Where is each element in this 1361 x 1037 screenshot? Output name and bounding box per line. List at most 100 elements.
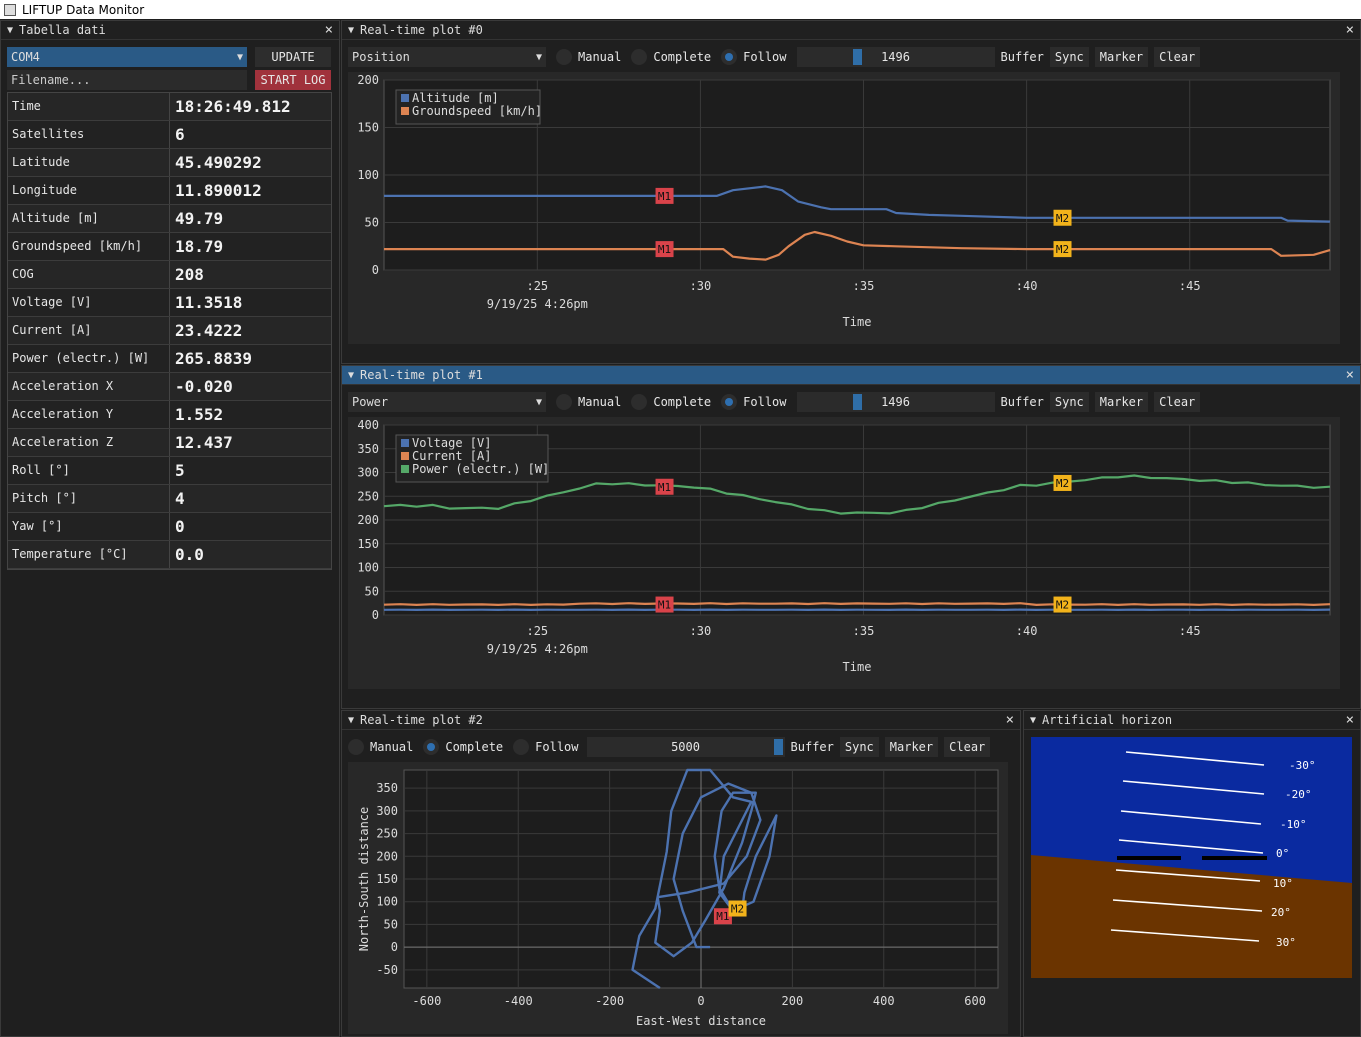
- radio-icon: [348, 739, 364, 755]
- marker-label: M2: [731, 903, 744, 916]
- collapse-triangle-icon[interactable]: ▼: [348, 25, 354, 36]
- radio-icon: [513, 739, 530, 755]
- y-tick-label: 50: [365, 216, 379, 230]
- plot1-marker-button[interactable]: Marker: [1094, 392, 1149, 412]
- x-axis-label: Time: [843, 660, 872, 674]
- plot1-sync-button[interactable]: Sync: [1049, 392, 1089, 412]
- x-tick-label: 200: [782, 994, 804, 1008]
- plot0-area[interactable]: :25:30:35:40:45 200 150 100 50 0 9/19/25 4:26p…: [348, 72, 1340, 344]
- table-row: Acceleration Z 12.437: [8, 429, 331, 457]
- radio-icon: [721, 394, 738, 410]
- plot1-area[interactable]: :25:30:35:40:45 400 350 300 250 200 150 100 50 0 9…: [348, 417, 1340, 689]
- plot1-mode-manual[interactable]: Manual: [556, 394, 621, 410]
- collapse-triangle-icon[interactable]: ▼: [348, 715, 354, 726]
- plot1-signal-select[interactable]: Power ▼: [348, 392, 546, 412]
- row-value: 265.8839: [175, 349, 253, 368]
- radio-icon: [631, 394, 648, 410]
- table-panel-header[interactable]: ▼ Tabella dati ×: [1, 21, 339, 40]
- plot0-toolbar: Position ▼ Manual Complete Follow 1496 B…: [348, 46, 1201, 68]
- plot1-buffer-slider[interactable]: 1496: [796, 392, 995, 412]
- collapse-triangle-icon[interactable]: ▼: [1030, 715, 1036, 726]
- y-tick-label: 300: [357, 466, 379, 480]
- button-label: Clear: [1159, 395, 1196, 409]
- row-key: Temperature [°C]: [8, 541, 170, 568]
- plot2-area[interactable]: -600 -400 -200 0 200 400 600 350 300 250 200 150 100…: [348, 762, 1008, 1034]
- mode-label: Manual: [370, 740, 414, 754]
- plot2-marker-button[interactable]: Marker: [884, 737, 939, 757]
- row-value: 5: [175, 461, 185, 480]
- plot0-buffer-slider[interactable]: 1496: [796, 47, 995, 67]
- horizon-header[interactable]: ▼ Artificial horizon ×: [1024, 711, 1360, 730]
- filename-input[interactable]: Filename...: [7, 70, 247, 90]
- window-titlebar: LIFTUP Data Monitor: [0, 0, 1361, 19]
- row-key: Groundspeed [km/h]: [8, 233, 170, 260]
- plot2-header[interactable]: ▼ Real-time plot #2 ×: [342, 711, 1020, 730]
- row-key: Acceleration X: [8, 373, 170, 400]
- row-value: 11.3518: [175, 293, 243, 312]
- slider-grab[interactable]: [852, 49, 862, 65]
- close-icon[interactable]: ×: [1346, 367, 1354, 383]
- data-table: Time 18:26:49.812 Satellites 6 Latitude 45.49…: [7, 92, 332, 570]
- plot2-mode-complete[interactable]: Complete: [423, 739, 503, 755]
- plot1-mode-follow[interactable]: Follow: [721, 394, 787, 410]
- close-icon[interactable]: ×: [325, 22, 333, 38]
- pitch-label: -20°: [1285, 788, 1312, 801]
- row-key: Acceleration Y: [8, 401, 170, 428]
- slider-grab[interactable]: [773, 739, 783, 755]
- table-row: Groundspeed [km/h] 18.79: [8, 233, 331, 261]
- plot2-buffer-slider[interactable]: 5000: [586, 737, 785, 757]
- update-button[interactable]: UPDATE: [255, 47, 331, 67]
- plot2-sync-button[interactable]: Sync: [839, 737, 879, 757]
- plot0-clear-button[interactable]: Clear: [1154, 47, 1201, 67]
- button-label: Clear: [949, 740, 986, 754]
- plot2-mode-follow[interactable]: Follow: [513, 739, 579, 755]
- plot2-clear-button[interactable]: Clear: [944, 737, 991, 757]
- plot1-chart[interactable]: :25:30:35:40:45 400 350 300 250 200 150 100 50 0 9…: [348, 417, 1340, 689]
- table-row: Roll [°] 5: [8, 457, 331, 485]
- marker-label: M1: [658, 243, 671, 256]
- collapse-triangle-icon[interactable]: ▼: [348, 370, 354, 381]
- port-select[interactable]: COM4 ▼: [7, 47, 247, 67]
- y-tick-label: 250: [357, 489, 379, 503]
- filename-placeholder: Filename...: [11, 73, 91, 87]
- close-icon[interactable]: ×: [1006, 712, 1014, 728]
- legend-swatch: [401, 452, 409, 460]
- legend-entry: Power (electr.) [W]: [412, 462, 549, 476]
- slider-value: 1496: [881, 50, 910, 64]
- plot0-chart[interactable]: :25:30:35:40:45 200 150 100 50 0 9/19/25 4:26p…: [348, 72, 1340, 344]
- row-key: COG: [8, 261, 170, 288]
- start-log-button[interactable]: START LOG: [255, 70, 331, 90]
- plot1-header[interactable]: ▼ Real-time plot #1 ×: [342, 366, 1360, 385]
- x-tick-label: :40: [1016, 624, 1038, 638]
- plot1-clear-button[interactable]: Clear: [1154, 392, 1201, 412]
- plot0-mode-manual[interactable]: Manual: [556, 49, 621, 65]
- plot0-marker-button[interactable]: Marker: [1094, 47, 1149, 67]
- mode-label: Follow: [743, 50, 787, 64]
- y-tick-label: 400: [357, 418, 379, 432]
- close-icon[interactable]: ×: [1346, 22, 1354, 38]
- plot2-chart[interactable]: -600 -400 -200 0 200 400 600 350 300 250 200 150 100…: [348, 762, 1008, 1034]
- plot2-mode-manual[interactable]: Manual: [348, 739, 413, 755]
- table-row: Voltage [V] 11.3518: [8, 289, 331, 317]
- y-tick-label: 300: [376, 804, 398, 818]
- row-value: 11.890012: [175, 181, 262, 200]
- radio-icon: [423, 739, 440, 755]
- slider-value: 1496: [881, 395, 910, 409]
- plot0-sync-button[interactable]: Sync: [1049, 47, 1089, 67]
- plot1-mode-complete[interactable]: Complete: [631, 394, 711, 410]
- y-tick-label: 100: [357, 561, 379, 575]
- plot0-mode-follow[interactable]: Follow: [721, 49, 787, 65]
- plot0-signal-select[interactable]: Position ▼: [348, 47, 546, 67]
- close-icon[interactable]: ×: [1346, 712, 1354, 728]
- row-key: Current [A]: [8, 317, 170, 344]
- x-tick-label: :35: [853, 279, 875, 293]
- plot0-header[interactable]: ▼ Real-time plot #0 ×: [342, 21, 1360, 40]
- y-tick-label: 200: [376, 849, 398, 863]
- plot0-mode-complete[interactable]: Complete: [631, 49, 711, 65]
- marker-label: M1: [658, 481, 671, 494]
- table-row: Acceleration X -0.020: [8, 373, 331, 401]
- slider-grab[interactable]: [852, 394, 862, 410]
- y-tick-label: 0: [372, 263, 379, 277]
- collapse-triangle-icon[interactable]: ▼: [7, 25, 13, 36]
- row-value: 12.437: [175, 433, 233, 452]
